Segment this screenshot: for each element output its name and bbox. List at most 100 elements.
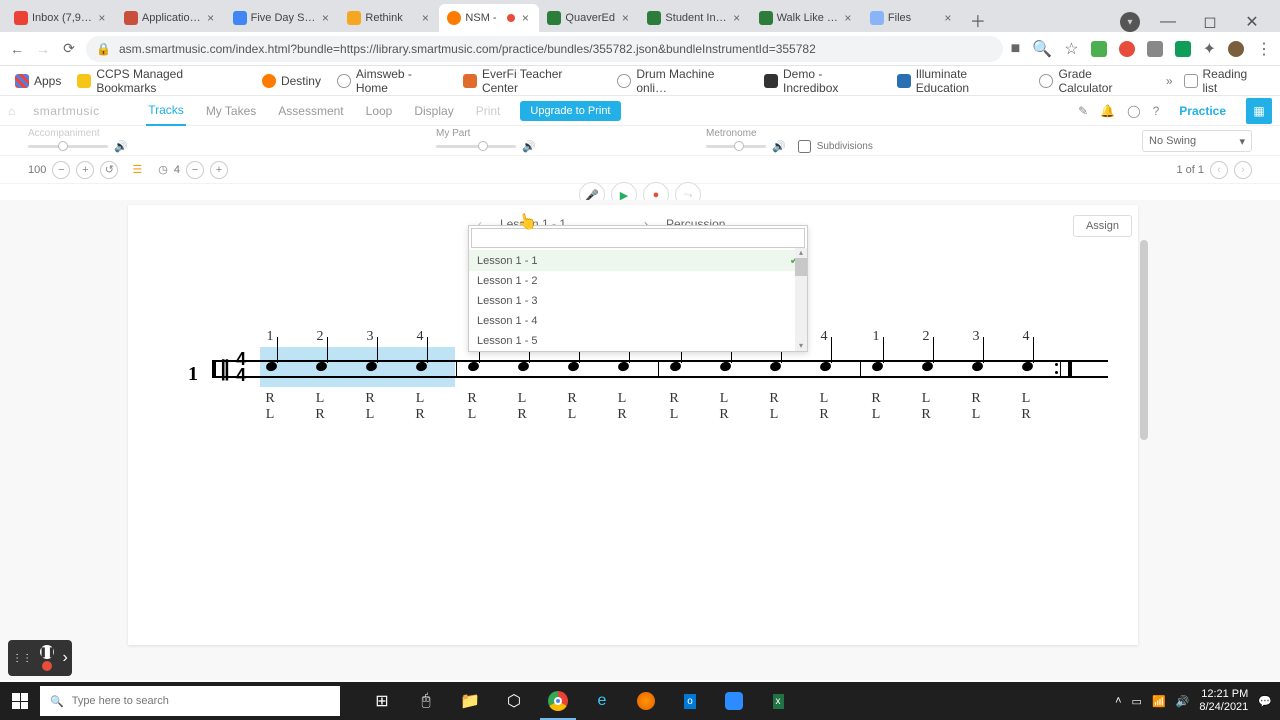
stop-record-icon[interactable]: [42, 661, 52, 671]
firefox-icon[interactable]: [624, 682, 668, 720]
upgrade-button[interactable]: Upgrade to Print: [520, 101, 620, 121]
bell-icon[interactable]: 🔔: [1100, 104, 1115, 118]
volume-tray-icon[interactable]: 🔊: [1176, 695, 1190, 708]
note[interactable]: [518, 362, 529, 371]
page-prev-button[interactable]: ‹: [1210, 161, 1228, 179]
profile-icon[interactable]: ▾: [1120, 12, 1140, 32]
bookmark-item[interactable]: CCPS Managed Bookmarks: [72, 67, 251, 95]
close-icon[interactable]: ×: [731, 12, 743, 24]
apps-button[interactable]: Apps: [10, 74, 66, 88]
reading-list-button[interactable]: Reading list: [1179, 67, 1270, 95]
pause-icon[interactable]: ❚❚: [40, 645, 54, 659]
start-button[interactable]: [0, 682, 40, 720]
forward-button[interactable]: →: [34, 41, 52, 57]
edit-icon[interactable]: ✎: [1078, 104, 1088, 118]
reload-button[interactable]: ⟳: [60, 40, 78, 57]
tempo-minus-button[interactable]: −: [52, 161, 70, 179]
bookmark-item[interactable]: Illuminate Education: [892, 67, 1029, 95]
count-plus-button[interactable]: +: [210, 161, 228, 179]
page-next-button[interactable]: ›: [1234, 161, 1252, 179]
note[interactable]: [266, 362, 277, 371]
mypart-slider[interactable]: [436, 145, 516, 148]
note[interactable]: [922, 362, 933, 371]
drive-icon[interactable]: [1175, 41, 1191, 57]
tempo-plus-button[interactable]: +: [76, 161, 94, 179]
dropdown-option[interactable]: Lesson 1 - 4: [469, 311, 807, 331]
note[interactable]: [770, 362, 781, 371]
battery-icon[interactable]: ▭: [1132, 695, 1142, 708]
tab-assessment[interactable]: Assessment: [276, 96, 345, 126]
tempo-reset-button[interactable]: ↺: [100, 161, 118, 179]
tab-loop[interactable]: Loop: [364, 96, 395, 126]
note[interactable]: [820, 362, 831, 371]
close-icon[interactable]: ×: [419, 12, 431, 24]
practice-button[interactable]: Practice: [1171, 104, 1234, 118]
file-explorer-icon[interactable]: 📁: [448, 682, 492, 720]
close-icon[interactable]: ×: [205, 12, 217, 24]
extensions-menu-icon[interactable]: ✦: [1203, 39, 1216, 59]
note[interactable]: [1022, 362, 1033, 371]
bookmark-item[interactable]: Aimsweb - Home: [332, 67, 452, 95]
chrome-icon[interactable]: [536, 682, 580, 720]
accompaniment-slider[interactable]: [28, 145, 108, 148]
tab-display[interactable]: Display: [412, 96, 455, 126]
taskbar-clock[interactable]: 12:21 PM8/24/2021: [1199, 688, 1248, 714]
dropdown-option[interactable]: Lesson 1 - 2: [469, 271, 807, 291]
browser-tab[interactable]: QuaverEd×: [539, 4, 639, 32]
app-logo[interactable]: smartmusic: [33, 104, 128, 118]
subdivisions-checkbox[interactable]: [798, 140, 811, 153]
tempo-value[interactable]: 100: [28, 164, 46, 176]
close-icon[interactable]: ×: [96, 12, 108, 24]
taskbar-app[interactable]: ⬡: [492, 682, 536, 720]
extension-icon[interactable]: [1119, 41, 1135, 57]
note[interactable]: [366, 362, 377, 371]
zoom-icon[interactable]: [712, 682, 756, 720]
filter-icon[interactable]: ☰: [132, 163, 142, 176]
browser-tab[interactable]: Five Day S…×: [225, 4, 340, 32]
note[interactable]: [568, 362, 579, 371]
taskbar-app[interactable]: 🖰: [404, 682, 448, 720]
tray-overflow-icon[interactable]: ˄: [1115, 695, 1121, 707]
task-view-button[interactable]: ⊞: [360, 682, 404, 720]
close-icon[interactable]: ×: [519, 12, 531, 24]
note[interactable]: [316, 362, 327, 371]
volume-icon[interactable]: 🔊: [772, 140, 786, 153]
close-icon[interactable]: ×: [942, 12, 954, 24]
browser-tab-active[interactable]: NSM - ×: [439, 4, 539, 32]
score-scrollbar[interactable]: [1140, 240, 1148, 440]
dropdown-scrollbar[interactable]: ▴▾: [795, 248, 807, 351]
screencast-widget[interactable]: ⋮⋮ ❚❚ ›: [8, 640, 72, 676]
count-minus-button[interactable]: −: [186, 161, 204, 179]
grid-view-button[interactable]: ▦: [1246, 98, 1272, 124]
browser-tab[interactable]: Student In…×: [639, 4, 750, 32]
close-icon[interactable]: ×: [842, 12, 854, 24]
drag-handle-icon[interactable]: ⋮⋮: [12, 653, 32, 664]
dropdown-option[interactable]: Lesson 1 - 3: [469, 291, 807, 311]
outlook-icon[interactable]: o: [668, 682, 712, 720]
notifications-icon[interactable]: 💬: [1258, 695, 1272, 708]
assign-button[interactable]: Assign: [1073, 215, 1132, 237]
swing-select[interactable]: No Swing▾: [1142, 130, 1252, 152]
metronome-slider[interactable]: [706, 145, 766, 148]
bookmark-overflow[interactable]: »: [1166, 74, 1173, 88]
new-tab-button[interactable]: ＋: [966, 8, 990, 32]
wifi-icon[interactable]: 📶: [1152, 695, 1166, 708]
close-icon[interactable]: ×: [619, 12, 631, 24]
note[interactable]: [468, 362, 479, 371]
note[interactable]: [416, 362, 427, 371]
bookmark-item[interactable]: EverFi Teacher Center: [458, 67, 606, 95]
close-window-button[interactable]: ✕: [1238, 12, 1266, 32]
edge-icon[interactable]: e: [580, 682, 624, 720]
maximize-button[interactable]: ◻: [1196, 12, 1224, 32]
note[interactable]: [720, 362, 731, 371]
browser-tab[interactable]: Rethink×: [339, 4, 439, 32]
user-icon[interactable]: ◯: [1127, 104, 1140, 118]
extension-icon[interactable]: [1091, 41, 1107, 57]
browser-tab[interactable]: Files×: [862, 4, 962, 32]
address-bar[interactable]: 🔒 asm.smartmusic.com/index.html?bundle=h…: [86, 36, 1003, 62]
home-icon[interactable]: ⌂: [8, 104, 15, 118]
note[interactable]: [972, 362, 983, 371]
close-icon[interactable]: ×: [319, 12, 331, 24]
excel-icon[interactable]: x: [756, 682, 800, 720]
bookmark-item[interactable]: Destiny: [257, 74, 326, 88]
